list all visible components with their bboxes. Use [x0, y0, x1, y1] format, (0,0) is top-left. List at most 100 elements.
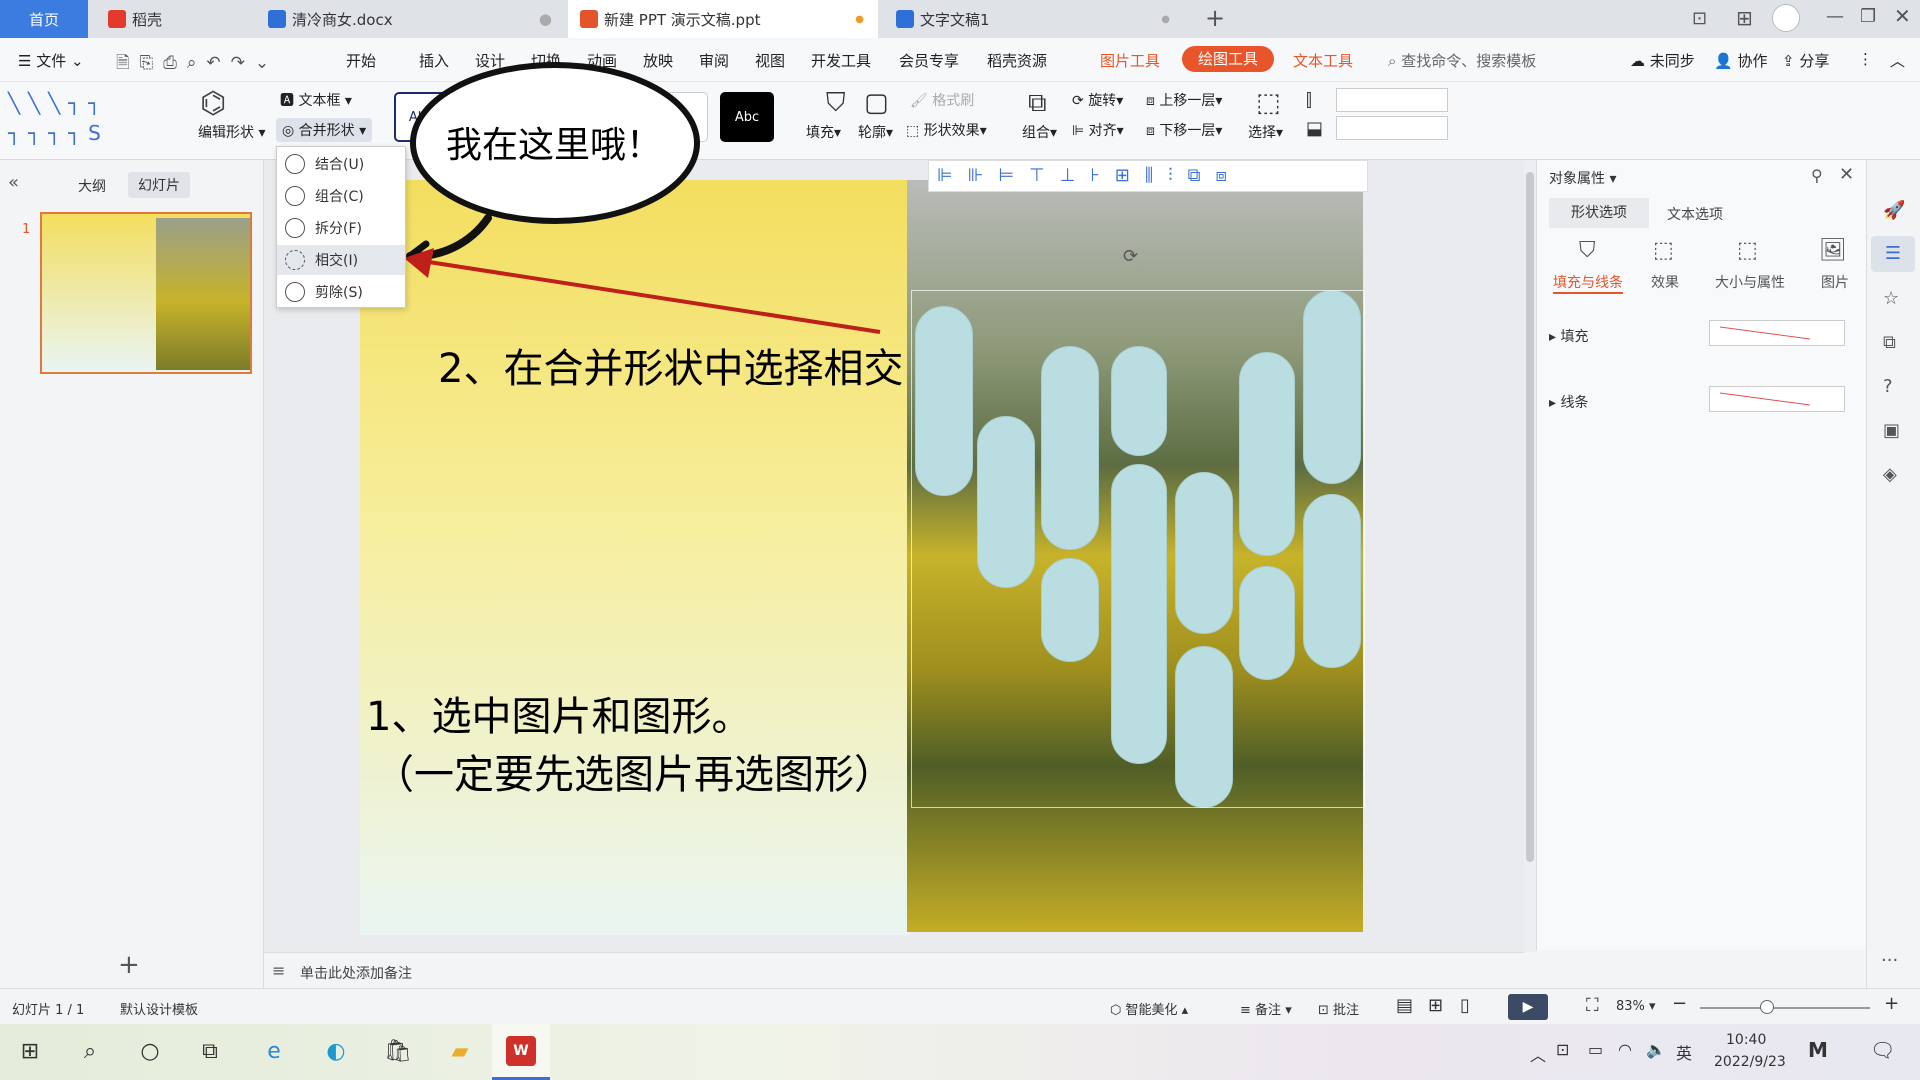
apps-grid-icon[interactable]: ⊞ — [1736, 6, 1753, 30]
tab-home[interactable]: 首页 — [0, 0, 88, 38]
rocket-icon[interactable]: 🚀 — [1883, 200, 1905, 221]
reading-view-icon[interactable]: ▯ — [1460, 995, 1470, 1016]
search-icon[interactable]: ⌕ — [76, 1038, 104, 1066]
close-pane-icon[interactable]: ✕ — [1839, 164, 1854, 185]
menu-item[interactable]: 视图 — [755, 50, 811, 71]
ie-icon[interactable]: e — [260, 1038, 288, 1066]
flower-photo[interactable]: ⟳ — [907, 180, 1365, 932]
smart-beautify-button[interactable]: ⬡ 智能美化 ▴ — [1110, 999, 1188, 1018]
pane-title[interactable]: 对象属性 ▾ — [1549, 168, 1616, 188]
tab-drawing-tools[interactable]: 绘图工具 — [1182, 46, 1274, 72]
merge-item-subtract[interactable]: 剪除(S) — [277, 277, 405, 307]
ime-indicator[interactable]: 英 — [1676, 1040, 1692, 1064]
send-backward-button[interactable]: ⧈ 下移一层▾ — [1146, 120, 1222, 140]
collapse-pane-icon[interactable]: « — [8, 172, 19, 193]
collapse-ribbon-icon[interactable]: ︿ — [1890, 50, 1905, 71]
tab-slides[interactable]: 幻灯片 — [128, 172, 190, 198]
volume-icon[interactable]: 🔈 — [1646, 1040, 1666, 1059]
zoom-level[interactable]: 83% ▾ — [1616, 999, 1656, 1014]
height-input[interactable] — [1336, 88, 1448, 112]
line-dropdown[interactable] — [1709, 386, 1845, 412]
window-mode-icon[interactable]: ⊡ — [1692, 8, 1707, 29]
tab-ppt[interactable]: 新建 PPT 演示文稿.ppt ● — [568, 0, 878, 38]
pin-icon[interactable]: ⚲ — [1811, 166, 1823, 185]
zoom-in-icon[interactable]: + — [1884, 993, 1899, 1014]
scroll-thumb[interactable] — [1526, 172, 1534, 862]
properties-icon[interactable]: ☰ — [1871, 236, 1915, 272]
image-tool-icon[interactable]: ▣ — [1883, 420, 1900, 441]
fill-button[interactable]: 填充▾ — [806, 122, 841, 142]
select-button[interactable]: 选择▾ — [1248, 122, 1283, 142]
align-button[interactable]: ⊫ 对齐▾ — [1072, 120, 1124, 140]
close-tab-icon[interactable]: ● — [539, 10, 552, 28]
width-input[interactable] — [1336, 116, 1448, 140]
comment-button[interactable]: ⊡ 批注 — [1318, 999, 1359, 1018]
avatar[interactable] — [1772, 4, 1800, 32]
align-float-toolbar[interactable]: ⊫⊪⊨⊤⊥⊦⊞⫼⫶⧉⧈ — [928, 160, 1368, 192]
help-icon[interactable]: ? — [1883, 376, 1893, 397]
map-icon[interactable]: ◈ — [1883, 464, 1897, 485]
new-tab-icon[interactable]: + — [1205, 4, 1225, 32]
sync-button[interactable]: ☁ 未同步 — [1630, 50, 1695, 71]
tab-picture-tools[interactable]: 图片工具 — [1100, 50, 1160, 71]
normal-view-icon[interactable]: ▤ — [1396, 995, 1413, 1016]
outline-button[interactable]: 轮廓▾ — [858, 122, 893, 142]
format-painter-button[interactable]: 🖌 格式刷 — [910, 90, 974, 110]
tray-network-app-icon[interactable]: ⊡ — [1556, 1040, 1569, 1059]
file-explorer-icon[interactable]: ▰ — [446, 1038, 474, 1066]
tray-arrow-icon[interactable]: ︿ — [1530, 1042, 1546, 1066]
menu-item[interactable]: 开发工具 — [811, 50, 899, 71]
share-button[interactable]: ⇪ 分享 — [1782, 50, 1829, 71]
play-icon[interactable]: ▶ — [1508, 994, 1548, 1020]
close-window-icon[interactable]: ✕ — [1894, 4, 1911, 28]
more-options-icon[interactable]: ··· — [1881, 950, 1898, 971]
rotate-handle-icon[interactable]: ⟳ — [1123, 246, 1138, 267]
add-slide-icon[interactable]: + — [118, 950, 140, 980]
template-name[interactable]: 默认设计模板 — [120, 999, 198, 1018]
tab-doc1[interactable]: 清冷商女.docx ● — [256, 0, 566, 38]
merge-item-intersect[interactable]: 相交(I) — [277, 245, 405, 275]
search-box[interactable]: ⌕ 查找命令、搜索模板 — [1388, 50, 1536, 71]
menu-item[interactable]: 会员专享 — [899, 50, 987, 71]
star-icon[interactable]: ☆ — [1883, 288, 1899, 309]
more-icon[interactable]: ⋮ — [1858, 50, 1873, 68]
subtab-fill-line[interactable]: 填充与线条 — [1553, 272, 1623, 294]
slide-thumbnail[interactable] — [40, 212, 252, 374]
tab-daoke[interactable]: 稻壳 — [96, 0, 252, 38]
clock-time[interactable]: 10:40 — [1726, 1032, 1766, 1048]
minimize-icon[interactable]: — — [1826, 6, 1844, 27]
edge-icon[interactable]: ◐ — [322, 1038, 350, 1066]
tab-outline[interactable]: 大纲 — [78, 176, 106, 196]
notes-toggle-button[interactable]: ≡ 备注 ▾ — [1240, 999, 1292, 1018]
notes-bar[interactable]: ≡ 单击此处添加备注 — [264, 952, 1524, 988]
ime-logo-icon[interactable]: M — [1808, 1038, 1828, 1062]
zoom-slider-handle[interactable] — [1760, 1000, 1774, 1014]
merge-shapes-button[interactable]: ◎ 合并形状 ▾ — [276, 118, 373, 142]
restore-icon[interactable]: ❐ — [1860, 6, 1876, 27]
line-section[interactable]: ▸ 线条 — [1549, 392, 1588, 412]
tab-doc2[interactable]: 文字文稿1 ● — [884, 0, 1184, 38]
sorter-view-icon[interactable]: ⊞ — [1428, 995, 1443, 1016]
vertical-scrollbar[interactable] — [1524, 160, 1536, 952]
zoom-out-icon[interactable]: − — [1672, 993, 1687, 1014]
layout-icon[interactable]: ⧉ — [1883, 332, 1896, 353]
merge-item-fragment[interactable]: 拆分(F) — [277, 213, 405, 243]
shape-effect-button[interactable]: ⬚ 形状效果▾ — [906, 120, 987, 140]
group-button[interactable]: 组合▾ — [1022, 122, 1057, 142]
merge-item-union[interactable]: 结合(U) — [277, 149, 405, 179]
wifi-icon[interactable]: ◠ — [1618, 1040, 1632, 1059]
style-swatch-6[interactable]: Abc — [720, 92, 774, 142]
quick-access-icons[interactable]: 🗎⎘⎙⌕↶↷⌄ — [116, 50, 279, 79]
wps-taskbar-item[interactable]: W — [492, 1024, 550, 1080]
collab-button[interactable]: 👤 协作 — [1714, 50, 1767, 71]
cortana-icon[interactable]: ○ — [136, 1038, 164, 1066]
subtab-effect[interactable]: 效果 — [1651, 272, 1679, 292]
tab-shape-options[interactable]: 形状选项 — [1549, 198, 1649, 228]
merge-item-combine[interactable]: 组合(C) — [277, 181, 405, 211]
subtab-size[interactable]: 大小与属性 — [1715, 272, 1785, 292]
store-icon[interactable]: 🛍 — [384, 1038, 412, 1066]
notification-icon[interactable]: 🗨 — [1870, 1038, 1895, 1062]
fit-window-icon[interactable]: ⛶ — [1586, 995, 1599, 1016]
zoom-slider[interactable] — [1700, 1007, 1870, 1009]
menu-item[interactable]: 稻壳资源 — [987, 50, 1075, 71]
